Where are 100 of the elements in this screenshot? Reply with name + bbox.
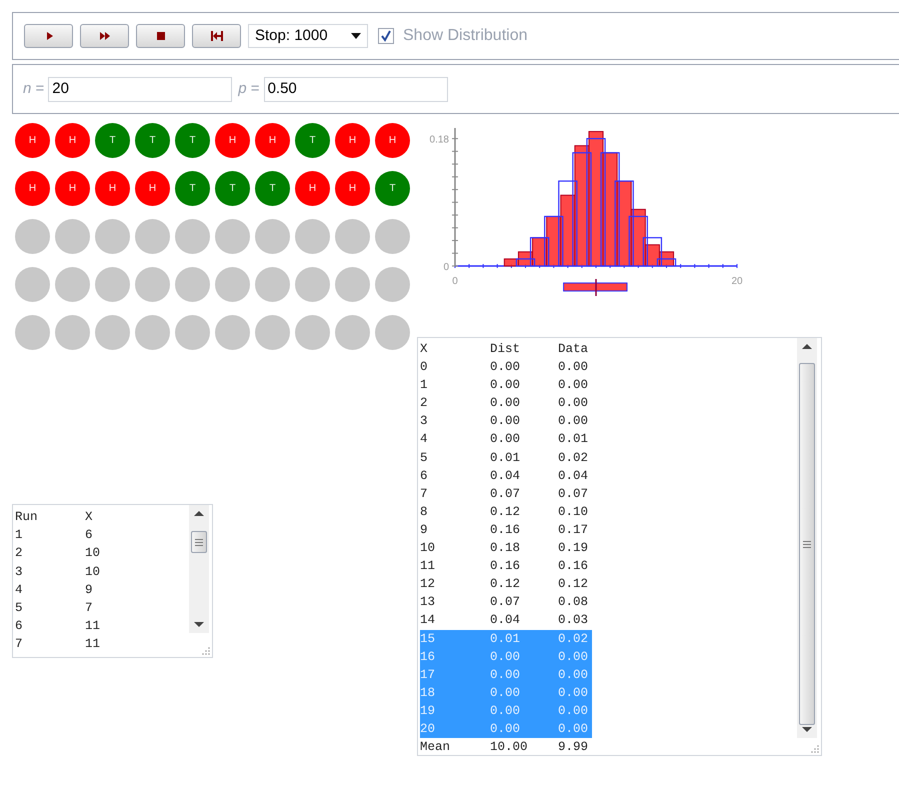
axis-label: 0 (443, 262, 449, 273)
stop-icon (156, 31, 166, 41)
table-cell-text: Mean (420, 739, 452, 755)
scrollbar-thumb[interactable] (191, 531, 207, 553)
table-cell-text: 0.12 (490, 504, 522, 521)
coin (215, 267, 250, 302)
coin: H (55, 171, 90, 206)
column-header: Data (558, 341, 590, 358)
arrow-up-icon[interactable] (802, 344, 812, 349)
coin: H (135, 171, 170, 206)
table-cell-text: 0.12 (558, 576, 590, 594)
column-header: Run (15, 509, 39, 526)
stop-dropdown[interactable]: Stop: 1000 (248, 24, 368, 48)
table-cell-text: 0.18 (490, 540, 522, 558)
table-cell-text: 5 (420, 450, 429, 467)
table-cell-text: 0.08 (558, 594, 590, 612)
column-header: Dist (490, 341, 522, 358)
table-cell-text: 4 (15, 582, 24, 599)
table-cell-text: 10 (85, 564, 102, 581)
table-cell-text: 11 (85, 636, 102, 654)
coin (295, 267, 330, 302)
table-cell-text: 7 (420, 486, 429, 503)
table-cell-text: 0.04 (490, 468, 522, 485)
table-cell-text: 15 (420, 630, 436, 648)
table-cell-text: 13 (420, 594, 436, 612)
coin (175, 267, 210, 302)
scrollbar[interactable] (189, 505, 209, 633)
resize-grip-icon[interactable] (202, 647, 210, 655)
table-cell-text: 0.17 (558, 522, 590, 539)
coin (15, 315, 50, 350)
table-cell-text: 0.02 (558, 630, 590, 648)
coin: H (55, 123, 90, 158)
input-field[interactable]: 0.50 (264, 76, 448, 102)
resize-grip-icon[interactable] (811, 745, 819, 753)
table-cell-text: 2 (15, 545, 24, 562)
table-cell-text: 2 (420, 395, 429, 412)
coin (135, 315, 170, 350)
parameter-label: n = (23, 78, 44, 99)
table-cell-text: 0.00 (490, 377, 522, 394)
table-cell-text: 0.00 (558, 720, 590, 738)
coin (375, 219, 410, 254)
table-cell-text: 9 (420, 522, 429, 539)
table-cell-text: 0.16 (490, 558, 522, 576)
table-cell-text: 3 (420, 413, 429, 430)
coin (335, 219, 370, 254)
table-cell-text: 12 (420, 576, 436, 594)
table-cell-text: 14 (420, 612, 436, 630)
coin (95, 315, 130, 350)
checkbox[interactable] (378, 28, 394, 44)
fast-forward-button[interactable] (80, 24, 129, 48)
table-cell-text: 0.07 (490, 594, 522, 612)
coin: T (215, 171, 250, 206)
table-cell-text: 8 (420, 504, 429, 521)
table-cell-text: 0.00 (558, 702, 590, 720)
scrollbar[interactable] (797, 338, 817, 738)
stop-button[interactable] (136, 24, 185, 48)
table-cell-text: 0.00 (558, 377, 590, 394)
coin: T (255, 171, 290, 206)
coin: T (95, 123, 130, 158)
coin (55, 315, 90, 350)
coin (335, 267, 370, 302)
arrow-down-icon[interactable] (194, 622, 204, 627)
reset-button[interactable] (192, 24, 241, 48)
table-cell-text: 18 (420, 684, 436, 702)
table-cell-text: 11 (85, 618, 102, 636)
coin (255, 267, 290, 302)
table-cell-text: 3 (15, 564, 24, 581)
scrollbar-thumb[interactable] (799, 363, 815, 725)
table-cell-text: 4 (420, 431, 429, 448)
coin: T (175, 123, 210, 158)
coin (295, 315, 330, 350)
table-cell-text: 10.00 (490, 739, 529, 755)
coin: T (295, 123, 330, 158)
table-cell-text: 10 (420, 540, 436, 558)
table-cell-text: 0.07 (490, 486, 522, 503)
arrow-down-icon[interactable] (802, 727, 812, 732)
table-cell-text: 0.00 (490, 648, 522, 666)
coin: H (215, 123, 250, 158)
coin (135, 219, 170, 254)
table-cell-text: 0.00 (490, 395, 522, 412)
arrow-up-icon[interactable] (194, 511, 204, 516)
coin: H (335, 123, 370, 158)
coin: T (135, 123, 170, 158)
coin (255, 219, 290, 254)
coin: T (175, 171, 210, 206)
axis-label: 0 (452, 276, 458, 287)
table-cell-text: 0.01 (558, 431, 590, 448)
table-cell-text: 0.10 (558, 504, 590, 521)
coin (95, 267, 130, 302)
input-field[interactable]: 20 (48, 76, 232, 102)
table-cell-text: 11 (420, 558, 436, 576)
table-cell-text: 7 (15, 636, 24, 654)
table-cell-text: 0.00 (490, 431, 522, 448)
table-cell-text: 20 (420, 720, 436, 738)
fast-forward-icon (100, 31, 110, 41)
table-cell-text: 0.00 (490, 720, 522, 738)
table-cell-text: 0.03 (558, 612, 590, 630)
coin (295, 219, 330, 254)
play-button[interactable] (24, 24, 73, 48)
table-cell-text: 1 (15, 527, 24, 544)
